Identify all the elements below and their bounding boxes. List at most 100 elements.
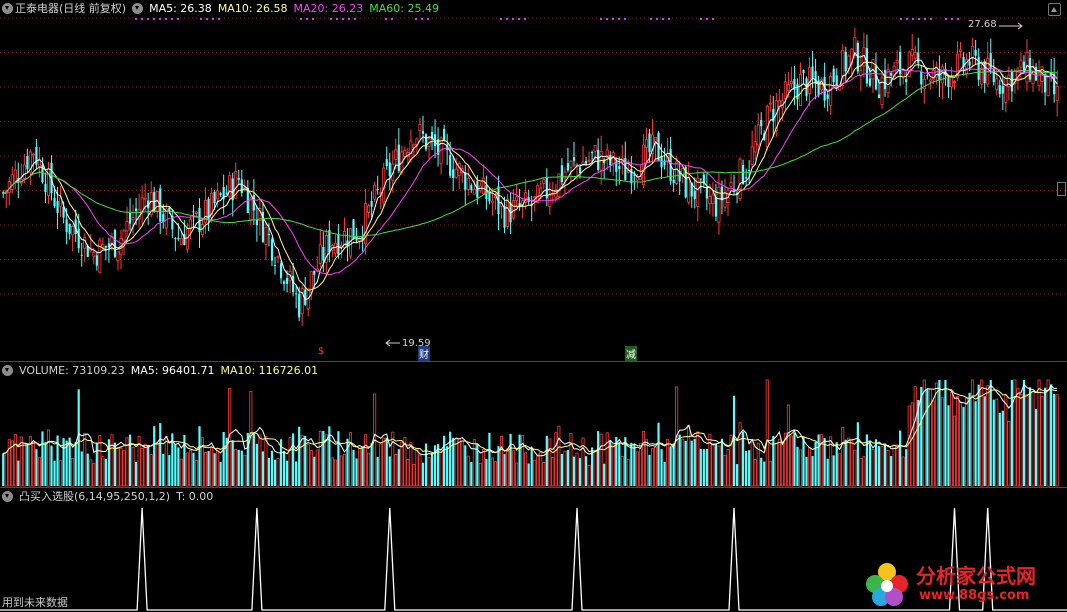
candle-body	[811, 66, 814, 80]
volume-bar	[690, 440, 693, 486]
volume-bar	[880, 446, 884, 487]
volume-bar	[687, 424, 691, 487]
candle-body	[192, 211, 195, 213]
chevron-down-icon[interactable]	[2, 3, 13, 14]
candle-body	[213, 191, 216, 204]
volume-bar	[620, 455, 624, 487]
candle-body	[874, 65, 878, 90]
volume-bar	[883, 444, 887, 486]
volume-bar	[358, 447, 362, 487]
candle-body	[913, 52, 917, 59]
candle-body	[1046, 71, 1050, 96]
volume-panel[interactable]: VOLUME: 73109.23 MA5: 96401.71 MA10: 11672…	[0, 362, 1067, 487]
price-legend: 正泰电器(日线 前复权) MA5: 26.38 MA10: 26.58 MA20: 2…	[2, 2, 445, 16]
volume-bar	[944, 380, 947, 486]
volume-bar	[261, 451, 265, 486]
chevron-down-icon[interactable]	[132, 3, 144, 14]
signal-dot	[906, 18, 908, 20]
candle-body	[756, 124, 760, 146]
volume-bar	[533, 459, 537, 487]
volume-bar	[394, 453, 398, 487]
volume-bar	[267, 457, 271, 486]
candle-body	[968, 61, 971, 66]
dividend-marker[interactable]: $	[318, 346, 324, 357]
volume-bar	[185, 452, 189, 487]
volume-bar	[337, 431, 340, 486]
candle-body	[768, 102, 772, 105]
volume-bar	[720, 438, 724, 486]
candle-body	[452, 169, 455, 178]
volume-bar	[490, 457, 494, 487]
volume-bar	[826, 458, 829, 486]
volume-bar	[352, 450, 355, 486]
candle-body	[868, 78, 872, 86]
signal-dot	[165, 18, 167, 20]
candle-body	[174, 238, 177, 240]
volume-bar	[37, 457, 41, 487]
volume-bar	[651, 448, 655, 487]
volume-bar	[648, 454, 651, 486]
indicator-legend: 凸买入选股(6,14,95,250,1,2) T: 0.00	[2, 490, 219, 504]
chevron-down-icon[interactable]	[2, 365, 13, 376]
candle-body	[920, 71, 923, 85]
volume-bar	[412, 463, 416, 487]
candle-body	[122, 230, 126, 241]
volume-bar	[134, 461, 138, 486]
candle-body	[53, 198, 56, 207]
candle-body	[385, 159, 388, 167]
volume-bar	[388, 456, 391, 486]
candle-body	[255, 219, 258, 226]
volume-chart[interactable]	[0, 362, 1067, 487]
candle-body	[947, 78, 950, 88]
candle-body	[584, 161, 588, 164]
volume-bar	[859, 457, 863, 487]
scroll-up-icon[interactable]	[1048, 3, 1061, 16]
volume-bar	[593, 451, 597, 487]
candle-body	[240, 179, 243, 194]
finance-marker[interactable]: 财	[418, 346, 430, 361]
volume-bar	[216, 450, 220, 487]
volume-bar	[931, 400, 935, 487]
volume-bar	[285, 460, 289, 486]
candle-body	[974, 49, 977, 56]
candle-body	[388, 162, 391, 177]
signal-dot	[700, 18, 702, 20]
candle-body	[1004, 77, 1008, 103]
candle-body	[71, 225, 75, 236]
reduce-marker[interactable]: 减	[625, 346, 637, 361]
candle-body	[503, 206, 506, 228]
volume-bar	[563, 450, 567, 487]
candle-body	[971, 45, 975, 58]
candle-body	[68, 223, 71, 234]
volume-bar	[1010, 380, 1013, 486]
volume-bar	[306, 444, 310, 487]
chevron-down-icon[interactable]	[2, 491, 13, 502]
signal-dot	[524, 18, 526, 20]
volume-bar	[443, 435, 446, 486]
signal-dot	[951, 18, 953, 20]
volume-bar	[255, 443, 258, 486]
signal-dot	[427, 18, 429, 20]
candle-body	[225, 192, 228, 194]
volume-bar	[989, 380, 992, 486]
volume-bar	[2, 453, 5, 486]
candle-body	[841, 49, 845, 87]
volume-bar	[391, 431, 395, 487]
price-panel[interactable]: 正泰电器(日线 前复权) MA5: 26.38 MA10: 26.58 MA20: 2…	[0, 0, 1067, 361]
candle-body	[472, 188, 476, 195]
side-panel-toggle[interactable]	[1057, 182, 1066, 196]
volume-bar	[892, 444, 896, 487]
volume-bar	[466, 455, 470, 487]
volume-bar	[95, 442, 98, 486]
volume-bar	[711, 442, 715, 487]
volume-bar	[886, 450, 890, 487]
volume-bar	[1004, 395, 1008, 487]
volume-bar	[862, 456, 866, 487]
candle-body	[832, 68, 835, 83]
ma20-label: MA20: 26.23	[293, 2, 364, 15]
candle-body	[333, 242, 337, 254]
volume-bar	[330, 457, 334, 487]
volume-bar	[1055, 394, 1059, 487]
candlestick-chart[interactable]	[0, 0, 1067, 361]
volume-bar	[86, 453, 89, 486]
